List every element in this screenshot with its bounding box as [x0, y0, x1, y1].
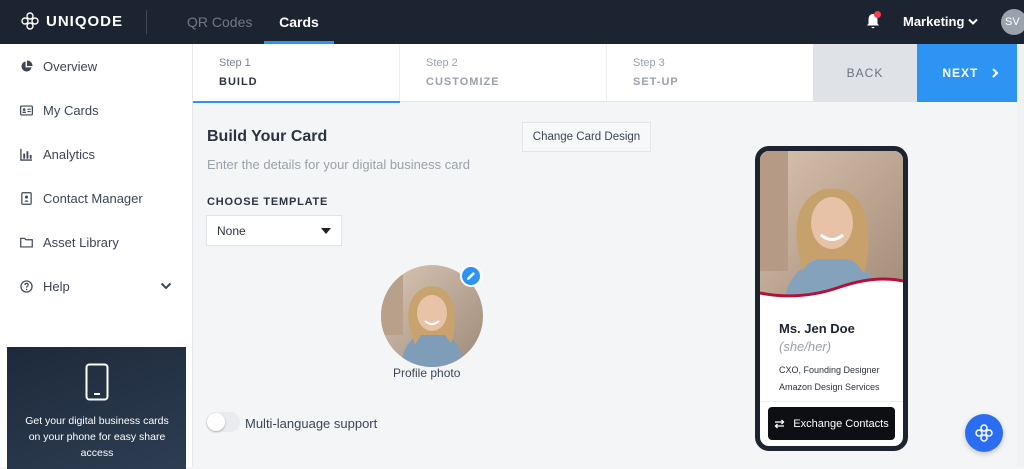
caret-down-icon: [321, 227, 331, 234]
choose-template-label: CHOOSE TEMPLATE: [207, 196, 329, 208]
step-name: BUILD: [219, 76, 258, 88]
step-progress-bar: Step 1 BUILD Step 2 CUSTOMIZE Step 3 SET…: [193, 44, 1024, 103]
step-number: Step 3: [633, 57, 665, 69]
card-cover-photo: [760, 151, 903, 301]
exchange-contacts-label: Exchange Contacts: [793, 417, 889, 430]
smartphone-icon: [85, 363, 109, 401]
step-number: Step 2: [426, 57, 458, 69]
profile-photo-label: Profile photo: [393, 366, 461, 380]
sidebar-item-my-cards[interactable]: My Cards: [20, 99, 99, 121]
template-select-value: None: [217, 223, 246, 238]
help-chat-button[interactable]: [965, 414, 1003, 452]
page-title: Build Your Card: [207, 128, 328, 145]
step-number: Step 1: [219, 57, 251, 69]
sidebar-item-label: Contact Manager: [43, 190, 143, 206]
template-select[interactable]: None: [206, 215, 342, 246]
card-company: Amazon Design Services: [779, 382, 880, 392]
sidebar-item-label: My Cards: [43, 102, 99, 118]
chevron-right-icon: [991, 68, 999, 78]
change-card-design-button[interactable]: Change Card Design: [522, 122, 651, 152]
tab-cards[interactable]: Cards: [264, 0, 334, 44]
brand-logo-icon: [975, 424, 993, 442]
workspace-name: Marketing: [903, 14, 965, 29]
edit-photo-button[interactable]: [460, 265, 482, 287]
notification-dot: [874, 11, 881, 18]
sidebar-item-label: Overview: [43, 58, 98, 74]
brand-logo[interactable]: UNIQODE: [20, 11, 123, 31]
sidebar-item-label: Asset Library: [43, 234, 119, 250]
sidebar-item-help[interactable]: Help: [20, 275, 70, 297]
sidebar-item-label: Analytics: [43, 146, 96, 162]
top-nav: UNIQODE QR Codes Cards Marketing SV: [0, 0, 1024, 44]
contact-book-icon: [21, 191, 32, 205]
sidebar-item-contact-manager[interactable]: Contact Manager: [20, 187, 143, 209]
card-role: CXO, Founding Designer: [779, 365, 880, 375]
sidebar-item-label: Help: [43, 278, 70, 294]
pencil-icon: [467, 272, 475, 280]
user-avatar[interactable]: SV: [1001, 9, 1024, 35]
step-name: SET-UP: [633, 76, 679, 88]
brand-name: UNIQODE: [46, 12, 124, 30]
pie-chart-icon: [21, 59, 33, 72]
step-build[interactable]: Step 1 BUILD: [193, 44, 400, 103]
promo-text: Get your digital business cards on your …: [25, 415, 169, 459]
brand-logo-icon: [21, 12, 39, 30]
chevron-down-icon: [968, 18, 979, 25]
card-preview-phone: Ms. Jen Doe (she/her) CXO, Founding Desi…: [755, 146, 908, 451]
swap-arrows-icon: [774, 419, 785, 428]
mobile-app-promo[interactable]: Get your digital business cards on your …: [7, 347, 186, 469]
card-pronouns: (she/her): [779, 339, 832, 354]
page-scrollbar[interactable]: [1017, 44, 1024, 467]
sidebar-item-overview[interactable]: Overview: [20, 55, 97, 77]
step-set-up[interactable]: Step 3 SET-UP: [607, 44, 814, 102]
next-button[interactable]: NEXT: [917, 44, 1024, 102]
step-customize[interactable]: Step 2 CUSTOMIZE: [400, 44, 607, 102]
sidebar-item-analytics[interactable]: Analytics: [20, 143, 95, 165]
multi-language-label: Multi-language support: [245, 416, 378, 431]
page-subtitle: Enter the details for your digital busin…: [207, 157, 471, 172]
multi-language-toggle[interactable]: [206, 412, 240, 432]
folder-icon: [20, 237, 33, 248]
chevron-down-icon[interactable]: [160, 280, 172, 292]
back-button[interactable]: BACK: [813, 44, 917, 102]
next-button-label: NEXT: [942, 66, 979, 80]
card-divider: [760, 401, 903, 402]
step-name: CUSTOMIZE: [426, 76, 500, 88]
profile-photo-uploader[interactable]: [381, 265, 483, 367]
id-card-icon: [20, 104, 33, 116]
card-name: Ms. Jen Doe: [779, 321, 855, 336]
exchange-contacts-button[interactable]: Exchange Contacts: [768, 407, 895, 440]
sidebar: Overview My Cards Analytics Contact Mana…: [0, 44, 193, 469]
tab-qr-codes[interactable]: QR Codes: [187, 0, 252, 44]
sidebar-item-asset-library[interactable]: Asset Library: [20, 231, 119, 253]
question-icon: [20, 279, 33, 293]
workspace-selector[interactable]: Marketing: [903, 14, 979, 29]
bar-chart-icon: [20, 148, 33, 161]
nav-divider: [146, 10, 147, 34]
